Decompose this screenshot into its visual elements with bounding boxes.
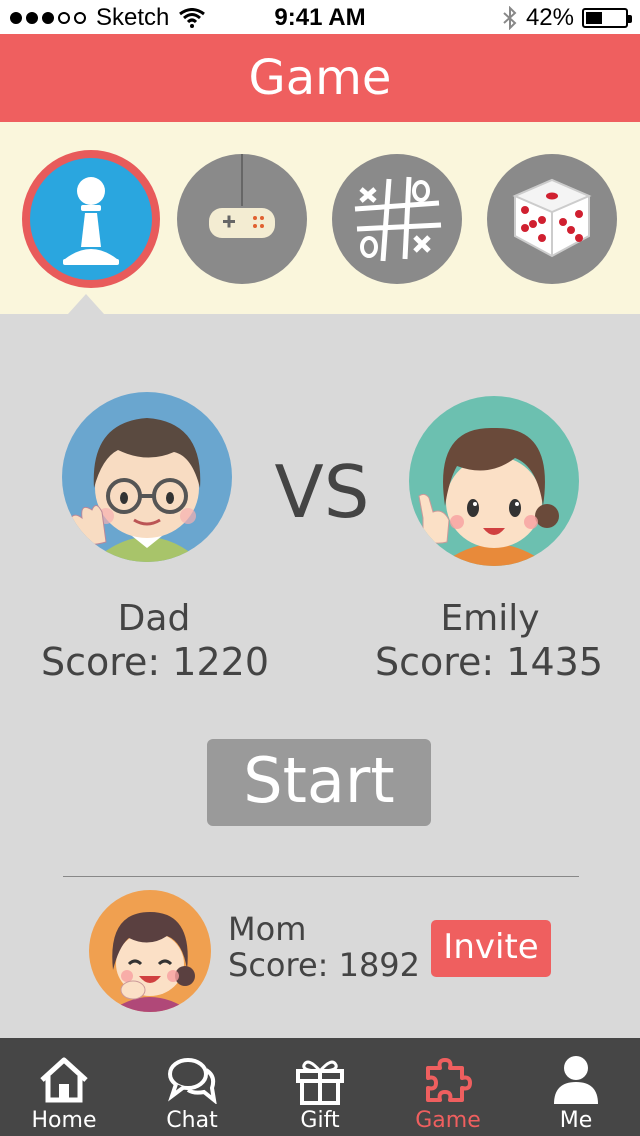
start-button[interactable]: Start bbox=[207, 739, 431, 826]
battery-icon bbox=[582, 8, 632, 28]
tab-me[interactable]: Me bbox=[512, 1038, 640, 1136]
mom-avatar-icon bbox=[109, 912, 195, 1012]
tab-label: Game bbox=[415, 1108, 481, 1133]
selection-pointer bbox=[68, 294, 104, 314]
tic-tac-toe-icon bbox=[354, 176, 442, 262]
game-option-controller[interactable] bbox=[177, 154, 307, 284]
vs-label: VS bbox=[274, 450, 370, 534]
player2-avatar bbox=[409, 396, 579, 566]
player1-name: Dad bbox=[117, 598, 191, 639]
game-option-dice[interactable] bbox=[487, 154, 617, 284]
tab-label: Gift bbox=[300, 1108, 340, 1133]
tab-game[interactable]: Game bbox=[384, 1038, 512, 1136]
battery-level bbox=[586, 12, 602, 24]
game-picker bbox=[0, 122, 640, 314]
player2-score: Score: 1435 bbox=[374, 640, 604, 684]
mom-avatar bbox=[89, 890, 211, 1012]
tab-bar: Home Chat Gift Game Me bbox=[0, 1038, 640, 1136]
page-title: Game bbox=[0, 34, 640, 122]
status-right: 42% bbox=[502, 4, 632, 32]
status-bar: Sketch 9:41 AM 42% bbox=[0, 0, 640, 34]
gift-icon bbox=[296, 1060, 344, 1105]
dice-icon bbox=[512, 178, 592, 258]
invite-button[interactable]: Invite bbox=[431, 920, 551, 977]
divider bbox=[63, 876, 579, 877]
puzzle-icon bbox=[426, 1058, 472, 1102]
tab-label: Home bbox=[31, 1108, 97, 1133]
emily-avatar-icon bbox=[418, 427, 559, 566]
dad-avatar-icon bbox=[67, 418, 202, 562]
gamepad-icon bbox=[209, 154, 275, 238]
tab-home[interactable]: Home bbox=[0, 1038, 128, 1136]
person-icon bbox=[554, 1056, 598, 1104]
invitee-name: Mom bbox=[228, 910, 307, 948]
game-option-tic-tac-toe[interactable] bbox=[332, 154, 462, 284]
game-option-chess[interactable] bbox=[22, 150, 160, 288]
chat-icon bbox=[168, 1058, 217, 1104]
battery-percent: 42% bbox=[525, 4, 574, 31]
tab-chat[interactable]: Chat bbox=[128, 1038, 256, 1136]
player1-score: Score: 1220 bbox=[40, 640, 270, 684]
tab-gift[interactable]: Gift bbox=[256, 1038, 384, 1136]
tab-label: Me bbox=[559, 1108, 593, 1133]
bluetooth-icon bbox=[503, 6, 517, 30]
tab-label: Chat bbox=[166, 1108, 218, 1133]
player2-name: Emily bbox=[440, 598, 540, 639]
chess-pawn-icon bbox=[63, 177, 119, 265]
home-icon bbox=[40, 1057, 88, 1103]
player1-avatar bbox=[62, 392, 232, 562]
invitee-score: Score: 1892 bbox=[228, 946, 421, 984]
